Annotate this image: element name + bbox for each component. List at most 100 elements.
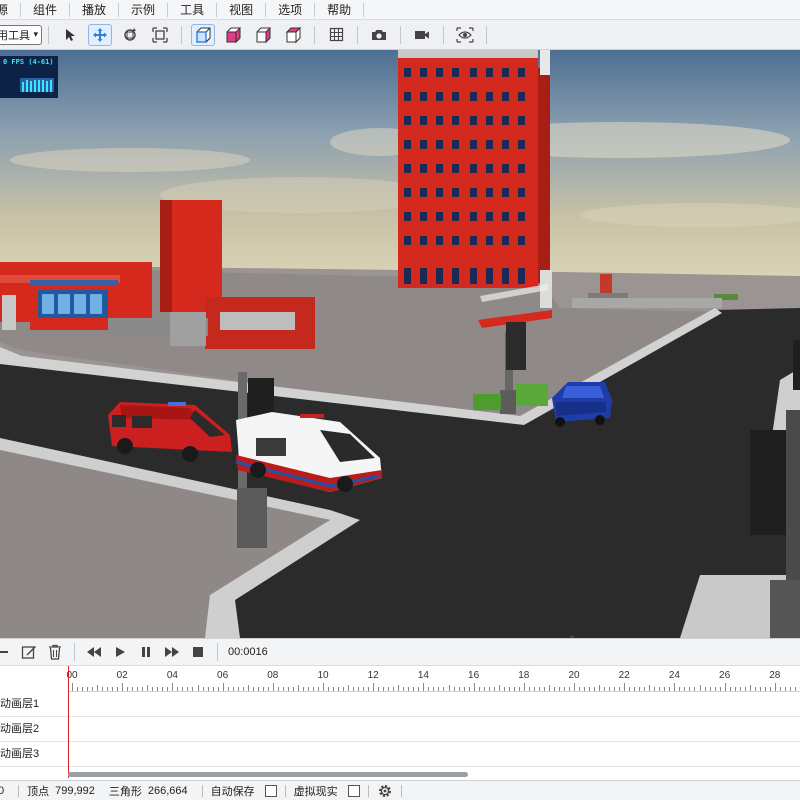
ruler-tick — [403, 687, 405, 691]
pause-button[interactable] — [135, 641, 157, 663]
ruler-tick — [252, 687, 254, 691]
menu-help[interactable]: 帮助 — [317, 0, 361, 20]
chevron-down-icon: ▾ — [33, 29, 38, 39]
ruler-tick — [222, 683, 224, 691]
ruler-tick — [769, 687, 771, 691]
autosave-checkbox[interactable] — [264, 784, 277, 797]
ruler-tick — [393, 687, 395, 691]
layer-item[interactable]: 动画层1 — [0, 692, 68, 717]
ruler-tick — [538, 687, 540, 691]
ruler-tick — [473, 683, 475, 691]
rewind-icon — [87, 647, 101, 657]
status-first-value: 0 — [0, 784, 5, 797]
menu-options[interactable]: 选项 — [268, 0, 312, 20]
3d-viewport[interactable]: 0 FPS (4-61) ⌄ — [0, 50, 800, 638]
rotate-tool-button[interactable] — [118, 24, 142, 46]
ruler-label: 28 — [769, 670, 781, 681]
ruler-tick — [433, 687, 435, 691]
ruler-tick — [589, 687, 591, 691]
ruler-tick — [674, 683, 676, 691]
ruler-tick — [122, 683, 124, 691]
ruler-tick — [232, 687, 234, 691]
ruler-tick — [574, 683, 575, 691]
menu-examples[interactable]: 示例 — [121, 0, 165, 20]
scale-tool-button[interactable] — [148, 24, 172, 46]
menu-view[interactable]: 视图 — [219, 0, 263, 20]
ruler-label: 22 — [618, 670, 630, 681]
rewind-button[interactable] — [83, 641, 105, 663]
ruler-tick — [267, 687, 269, 691]
tool-mode-select[interactable]: 用工具 ▾ — [0, 24, 42, 45]
layer-track[interactable] — [68, 717, 800, 742]
fast-forward-icon — [165, 647, 179, 657]
horizontal-scrollbar[interactable] — [68, 772, 468, 777]
time-ruler[interactable]: 00 02 04 06 08 10 12 14 16 18 20 22 24 26 28 — [66, 666, 800, 692]
layer-item[interactable]: 动画层3 — [0, 742, 68, 767]
gear-icon[interactable] — [377, 783, 393, 799]
view-cube-front-button[interactable] — [191, 23, 215, 46]
edit-icon — [21, 646, 36, 659]
menu-components[interactable]: 组件 — [23, 0, 67, 20]
vr-checkbox[interactable] — [347, 784, 360, 797]
menu-playback[interactable]: 播放 — [72, 0, 116, 20]
ruler-tick — [784, 687, 786, 691]
edit-layer-button[interactable] — [18, 641, 40, 663]
status-divider — [400, 784, 402, 797]
preview-button[interactable] — [453, 24, 477, 46]
status-divider — [18, 784, 20, 797]
ruler-tick — [182, 687, 184, 691]
menu-source[interactable]: 源 — [0, 0, 18, 20]
ruler-tick — [493, 687, 495, 691]
ruler-tick — [528, 687, 530, 691]
ruler-tick — [162, 687, 164, 691]
ruler-tick — [584, 687, 586, 691]
fast-forward-button[interactable] — [161, 641, 183, 663]
ruler-tick — [699, 685, 701, 691]
screenshot-button[interactable] — [367, 24, 391, 46]
ruler-label: 20 — [568, 670, 580, 681]
stop-button[interactable] — [187, 641, 209, 663]
cube-front-icon — [196, 27, 211, 43]
current-time: 00:0016 — [228, 646, 268, 658]
ruler-tick — [739, 687, 741, 691]
view-cube-top-button[interactable] — [281, 24, 305, 46]
ruler-tick — [624, 683, 626, 691]
chevron-down-icon[interactable]: ⌄ — [568, 630, 576, 638]
ruler-tick — [323, 683, 324, 691]
play-button[interactable] — [109, 641, 131, 663]
ruler-tick — [348, 685, 350, 691]
layer-track[interactable] — [68, 692, 800, 717]
menu-divider — [216, 2, 218, 17]
ruler-tick — [513, 687, 515, 691]
ruler-tick — [754, 687, 756, 691]
view-cube-side-button[interactable] — [251, 24, 275, 46]
select-tool-button[interactable] — [58, 24, 82, 46]
playhead[interactable] — [68, 666, 69, 778]
view-cube-pink-button[interactable] — [221, 24, 245, 46]
ruler-tick — [639, 687, 641, 691]
ruler-tick — [548, 685, 550, 691]
ruler-tick — [724, 683, 726, 691]
ruler-tick — [227, 687, 229, 691]
ruler-label: 08 — [267, 670, 279, 681]
video-camera-icon — [415, 30, 429, 39]
menu-tools[interactable]: 工具 — [170, 0, 214, 20]
remove-layer-button[interactable] — [0, 641, 14, 663]
ruler-tick — [117, 687, 119, 691]
ruler-tick — [794, 687, 796, 691]
move-tool-button[interactable] — [88, 23, 112, 46]
ruler-tick — [438, 687, 440, 691]
ruler-tick — [774, 683, 776, 691]
ruler-tick — [338, 687, 340, 691]
ruler-tick — [558, 687, 560, 691]
ruler-tick — [132, 687, 134, 691]
ruler-tick — [312, 687, 314, 691]
delete-layer-button[interactable] — [44, 641, 66, 663]
ruler-tick — [302, 687, 304, 691]
grid-button[interactable] — [324, 24, 348, 46]
layer-item[interactable]: 动画层2 — [0, 717, 68, 742]
menu-divider — [118, 2, 120, 17]
vertices-label: 顶点 — [27, 785, 50, 798]
record-button[interactable] — [410, 24, 434, 46]
layer-track[interactable] — [68, 742, 800, 767]
